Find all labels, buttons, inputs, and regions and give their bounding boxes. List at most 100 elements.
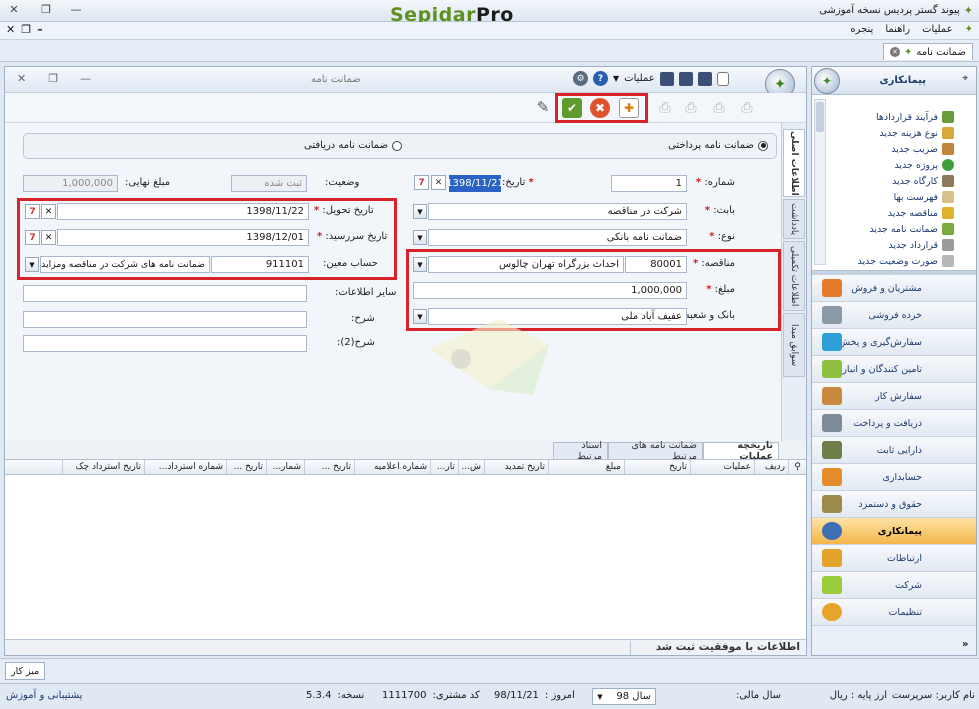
babat-dropdown[interactable]: ▼: [413, 204, 427, 219]
tools-icon[interactable]: ⚙: [573, 71, 588, 86]
date-field[interactable]: 1398/11/21: [446, 175, 504, 192]
expand-chevron-icon[interactable]: »: [962, 639, 968, 650]
doc-tab-guarantee[interactable]: ضمانت نامه ✦ ✕: [882, 43, 973, 60]
desc2-field[interactable]: [23, 335, 307, 352]
save-new-icon[interactable]: [697, 71, 712, 86]
module-retail[interactable]: خرده فروشی: [812, 302, 976, 329]
radio-received[interactable]: ضمانت نامه دریافتی: [304, 140, 403, 151]
tender-code-field[interactable]: 80001: [625, 256, 687, 273]
due-date-field[interactable]: 1398/12/01: [57, 229, 309, 246]
desc-field[interactable]: [23, 311, 307, 328]
due-calendar-icon[interactable]: 7: [25, 230, 40, 245]
restore-window-button[interactable]: ❐: [36, 3, 56, 19]
operations-dropdown-arrow[interactable]: ▼: [613, 74, 619, 83]
lock-icon[interactable]: ⎙: [681, 98, 701, 118]
sub-new-contract[interactable]: قرارداد جدید: [888, 237, 954, 253]
export-icon[interactable]: ⎙: [737, 98, 757, 118]
pin-icon[interactable]: ⌖: [962, 73, 968, 84]
tab-related-guarantees[interactable]: ضمانت نامه های مرتبط: [608, 440, 703, 462]
col-date[interactable]: تاریخ: [624, 460, 690, 474]
sub-new-cost-type[interactable]: نوع هزینه جدید: [879, 125, 954, 141]
tender-name-field[interactable]: احداث بزرگراه تهران چالوس: [428, 256, 624, 273]
radio-paid[interactable]: ضمانت نامه پرداختی: [668, 140, 768, 151]
col-date-3[interactable]: تاریخ ...: [226, 460, 266, 474]
minimize-doc-button[interactable]: —: [80, 72, 91, 85]
close-tab-icon[interactable]: ✕: [889, 47, 900, 57]
minimize-window-button[interactable]: —: [66, 3, 86, 19]
grid-search-icon[interactable]: ⚲: [788, 460, 806, 474]
new-doc-icon[interactable]: [716, 71, 729, 86]
col-date-2[interactable]: تاریخ ...: [304, 460, 354, 474]
col-row[interactable]: ردیف: [754, 460, 788, 474]
delivery-clear-icon[interactable]: ✕: [41, 204, 56, 219]
amount-field[interactable]: 1,000,000: [413, 282, 687, 299]
module-suppliers-inventory[interactable]: تامین کنندگان و انبار: [812, 356, 976, 383]
module-payroll[interactable]: حقوق و دستمزد: [812, 491, 976, 518]
mdi-controls[interactable]: ✕❐–: [6, 23, 49, 36]
sub-new-coefficient[interactable]: ضریب جدید: [891, 141, 954, 157]
tender-dropdown[interactable]: ▼: [413, 257, 427, 272]
module-settings[interactable]: تنظیمات: [812, 599, 976, 626]
menu-window[interactable]: پنجره: [850, 24, 873, 35]
delivery-date-field[interactable]: 1398/11/22: [57, 203, 309, 220]
operations-menu[interactable]: عملیات: [624, 73, 655, 84]
fiscal-year-select[interactable]: سال 98 ▼: [592, 688, 656, 705]
type-field[interactable]: ضمانت نامه بانکی: [428, 229, 687, 246]
support-link[interactable]: پشتیبانی و آموزش: [6, 690, 82, 701]
new-copy-icon[interactable]: ✚: [619, 98, 639, 118]
col-number[interactable]: شمار...: [266, 460, 304, 474]
account-name-field[interactable]: ضمانت نامه های شرکت در مناقصه ومزایده: [40, 256, 210, 273]
desktop-button[interactable]: میز کار: [5, 662, 46, 680]
sub-new-guarantee[interactable]: ضمانت نامه جدید: [869, 221, 954, 237]
sub-new-status-report[interactable]: صورت وضعیت جدید: [858, 253, 954, 269]
sublist-scrollbar[interactable]: [814, 99, 826, 265]
module-order-distribution[interactable]: سفارش‌گیری و پخش: [812, 329, 976, 356]
cancel-icon[interactable]: ✖: [590, 98, 610, 118]
col-extension-date[interactable]: تاریخ تمدید: [484, 460, 548, 474]
col-sh[interactable]: ش...: [458, 460, 484, 474]
sub-new-workshop[interactable]: کارگاه جدید: [892, 173, 954, 189]
sub-new-project[interactable]: پروژه جدید: [894, 157, 954, 173]
module-accounting[interactable]: حسابداری: [812, 464, 976, 491]
restore-doc-button[interactable]: ❐: [48, 72, 58, 85]
grid-body[interactable]: [5, 475, 806, 639]
other-info-field[interactable]: [23, 285, 307, 302]
col-tar[interactable]: تار...: [430, 460, 458, 474]
bank-dropdown[interactable]: ▼: [413, 309, 427, 324]
col-refund-number[interactable]: شماره استرداد...: [144, 460, 226, 474]
vtab-source-history[interactable]: سوابق مبدا: [783, 313, 805, 377]
babat-field[interactable]: شرکت در مناقصه: [428, 203, 687, 220]
tab-related-documents[interactable]: اسناد مرتبط: [553, 440, 608, 462]
help-icon[interactable]: ?: [593, 71, 608, 86]
close-window-button[interactable]: ✕: [4, 3, 24, 19]
module-company[interactable]: شرکت: [812, 572, 976, 599]
approve-icon[interactable]: ✔: [562, 98, 582, 118]
close-doc-button[interactable]: ✕: [17, 72, 26, 85]
menu-help[interactable]: راهنما: [885, 24, 910, 35]
due-clear-icon[interactable]: ✕: [41, 230, 56, 245]
attach-icon[interactable]: ✎: [533, 98, 553, 118]
col-notice-number[interactable]: شماره اعلامیه: [354, 460, 430, 474]
calendar-icon[interactable]: 7: [414, 175, 429, 190]
tab-operations-history[interactable]: تاریخچه عملیات: [703, 440, 779, 462]
vtab-notes[interactable]: یادداشت: [783, 199, 805, 239]
col-check-refund-date[interactable]: تاریخ استرداد چک: [62, 460, 144, 474]
sub-price-list[interactable]: فهرست بها: [894, 189, 954, 205]
account-dropdown[interactable]: ▼: [25, 257, 39, 272]
module-receipt-payment[interactable]: دریافت و پرداخت: [812, 410, 976, 437]
copy-icon[interactable]: ⎙: [709, 98, 729, 118]
col-amount[interactable]: مبلغ: [548, 460, 624, 474]
module-contracting[interactable]: پیمانکاری: [812, 518, 976, 545]
module-communications[interactable]: ارتباطات: [812, 545, 976, 572]
number-field[interactable]: 1: [611, 175, 687, 192]
module-fixed-assets[interactable]: دارایی ثابت: [812, 437, 976, 464]
vtab-extra-info[interactable]: اطلاعات تکمیلی: [783, 241, 805, 311]
print-icon[interactable]: ⎙: [655, 98, 675, 118]
module-work-order[interactable]: سفارش کار: [812, 383, 976, 410]
sub-contract-process[interactable]: فرآیند قراردادها: [876, 109, 954, 125]
save-close-icon[interactable]: [678, 71, 693, 86]
col-operations[interactable]: عملیات: [690, 460, 754, 474]
sub-new-tender[interactable]: مناقصه جدید: [888, 205, 954, 221]
date-clear-icon[interactable]: ✕: [431, 175, 446, 190]
module-customers-sales[interactable]: مشتریان و فروش: [812, 275, 976, 302]
